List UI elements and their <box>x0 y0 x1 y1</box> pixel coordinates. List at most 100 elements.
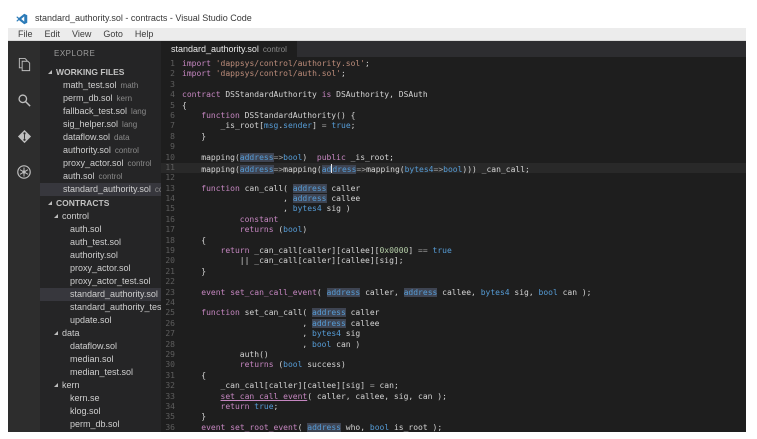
code-line-19[interactable]: 19 return _can_call[caller][callee][0x00… <box>161 246 746 256</box>
line-content: function DSStandardAuthority() { <box>201 110 356 120</box>
code-line-17[interactable]: 17 returns (bool) <box>161 225 746 235</box>
code-line-36[interactable]: 36 event set_root_event( address who, bo… <box>161 422 746 432</box>
tab-file-name: standard_authority.sol <box>171 44 259 54</box>
code-line-4[interactable]: 4 contract DSStandardAuthority is DSAutho… <box>161 90 746 100</box>
tab-bar: standard_authority.sol control <box>161 41 746 57</box>
code-line-33[interactable]: 33 set_can_call_event( caller, callee, s… <box>161 392 746 402</box>
code-line-27[interactable]: 27 , bytes4 sig <box>161 329 746 339</box>
tree-file-median_test.sol[interactable]: median_test.sol <box>40 366 161 379</box>
code-line-26[interactable]: 26 , address callee <box>161 318 746 329</box>
folder-control[interactable]: control <box>40 210 161 223</box>
tree-file-auth_test.sol[interactable]: auth_test.sol <box>40 236 161 249</box>
working-files-header[interactable]: WORKING FILES <box>40 65 161 79</box>
working-file-sig_helper.sol[interactable]: sig_helper.sol lang <box>40 118 161 131</box>
code-line-8[interactable]: 8 } <box>161 132 746 142</box>
workbench: EXPLORE WORKING FILES math_test.sol math p… <box>8 41 746 432</box>
tree-file-median.sol[interactable]: median.sol <box>40 353 161 366</box>
code-line-15[interactable]: 15 , bytes4 sig ) <box>161 204 746 214</box>
tree-file-auth.sol[interactable]: auth.sol <box>40 223 161 236</box>
debug-icon[interactable] <box>8 154 40 190</box>
code-line-32[interactable]: 32 _can_call[caller][callee][sig] = can; <box>161 381 746 391</box>
menu-item-file[interactable]: File <box>12 29 39 39</box>
code-line-14[interactable]: 14 , address callee <box>161 194 746 204</box>
code-line-1[interactable]: 1 import 'dappsys/control/authority.sol'; <box>161 59 746 69</box>
line-number: 26 <box>165 318 175 328</box>
tab-file-tag: control <box>262 44 287 54</box>
line-content: event set_can_call_event( address caller… <box>201 287 592 297</box>
code-line-21[interactable]: 21 } <box>161 267 746 277</box>
working-file-perm_db.sol[interactable]: perm_db.sol kern <box>40 92 161 105</box>
menu-item-goto[interactable]: Goto <box>97 29 129 39</box>
code-line-7[interactable]: 7 _is_root[msg.sender] = true; <box>161 121 746 131</box>
working-file-authority.sol[interactable]: authority.sol control <box>40 144 161 157</box>
code-line-30[interactable]: 30 returns (bool success) <box>161 360 746 370</box>
folder-data[interactable]: data <box>40 327 161 340</box>
line-number: 27 <box>165 329 175 339</box>
code-line-10[interactable]: 10 mapping(address=>bool) public _is_roo… <box>161 152 746 163</box>
working-file-standard_authority.sol[interactable]: standard_authority.solcontrol <box>40 183 161 196</box>
code-line-12[interactable]: 12 <box>161 173 746 183</box>
code-line-23[interactable]: 23 event set_can_call_event( address cal… <box>161 287 746 298</box>
working-file-math_test.sol[interactable]: math_test.sol math <box>40 79 161 92</box>
tree-file-proxy_actor.sol[interactable]: proxy_actor.sol <box>40 262 161 275</box>
code-line-31[interactable]: 31 { <box>161 371 746 381</box>
menu-item-edit[interactable]: Edit <box>39 29 67 39</box>
code-line-22[interactable]: 22 <box>161 277 746 287</box>
code-line-16[interactable]: 16 constant <box>161 215 746 225</box>
chevron-expanded-icon <box>54 383 58 387</box>
search-icon[interactable] <box>8 82 40 118</box>
code-line-24[interactable]: 24 <box>161 298 746 308</box>
code-line-13[interactable]: 13 function can_call( address caller <box>161 183 746 194</box>
working-file-dataflow.sol[interactable]: dataflow.sol data <box>40 131 161 144</box>
working-file-proxy_actor.sol[interactable]: proxy_actor.sol control <box>40 157 161 170</box>
contracts-label: CONTRACTS <box>56 198 110 208</box>
tree-file-kern.se[interactable]: kern.se <box>40 392 161 405</box>
working-file-auth.sol[interactable]: auth.sol control <box>40 170 161 183</box>
explorer-icon[interactable] <box>8 46 40 82</box>
code-line-18[interactable]: 18 { <box>161 236 746 246</box>
line-content: returns (bool) <box>239 225 308 235</box>
tree-file-standard_authority.sol[interactable]: standard_authority.sol <box>40 288 161 301</box>
line-content: constant <box>239 214 279 224</box>
tree-file-standard_authority_test.sol[interactable]: standard_authority_test.sol <box>40 301 161 314</box>
window-title: standard_authority.sol - contracts - Vis… <box>35 13 252 23</box>
code-line-35[interactable]: 35 } <box>161 412 746 422</box>
code-line-25[interactable]: 25 function set_can_call( address caller <box>161 308 746 318</box>
code-line-6[interactable]: 6 function DSStandardAuthority() { <box>161 111 746 121</box>
code-editor[interactable]: 1 import 'dappsys/control/authority.sol';… <box>161 57 746 432</box>
tree-file-perm_db.sol[interactable]: perm_db.sol <box>40 418 161 431</box>
code-line-9[interactable]: 9 <box>161 142 746 152</box>
contracts-header[interactable]: CONTRACTS <box>40 196 161 210</box>
tree-file-klog.sol[interactable]: klog.sol <box>40 405 161 418</box>
line-number: 4 <box>170 90 175 100</box>
line-number: 17 <box>165 225 175 235</box>
code-line-11[interactable]: 11 mapping(address=>mapping(address=>map… <box>161 162 746 174</box>
line-content: set_can_call_event( caller, callee, sig,… <box>220 391 447 401</box>
file-folder-tag: control <box>114 146 139 155</box>
folder-kern[interactable]: kern <box>40 379 161 392</box>
line-number: 35 <box>165 412 175 422</box>
git-icon[interactable] <box>8 118 40 154</box>
code-line-2[interactable]: 2 import 'dappsys/control/auth.sol'; <box>161 69 746 79</box>
code-line-29[interactable]: 29 auth() <box>161 350 746 360</box>
code-line-34[interactable]: 34 return true; <box>161 402 746 412</box>
line-content: } <box>182 266 207 276</box>
code-line-28[interactable]: 28 , bool can ) <box>161 340 746 350</box>
line-number: 25 <box>165 308 175 318</box>
code-line-20[interactable]: 20 || _can_call[caller][callee][sig]; <box>161 256 746 266</box>
line-number: 20 <box>165 256 175 266</box>
chevron-expanded-icon <box>54 331 58 335</box>
line-number: 29 <box>165 349 175 359</box>
code-line-3[interactable]: 3 <box>161 80 746 90</box>
working-file-fallback_test.sol[interactable]: fallback_test.sol lang <box>40 105 161 118</box>
tree-file-authority.sol[interactable]: authority.sol <box>40 249 161 262</box>
menu-item-help[interactable]: Help <box>129 29 160 39</box>
tree-file-dataflow.sol[interactable]: dataflow.sol <box>40 340 161 353</box>
code-line-5[interactable]: 5{ <box>161 101 746 111</box>
tree-file-proxy_actor_test.sol[interactable]: proxy_actor_test.sol <box>40 275 161 288</box>
tree-file-update.sol[interactable]: update.sol <box>40 314 161 327</box>
menu-item-view[interactable]: View <box>66 29 97 39</box>
tab-standard-authority[interactable]: standard_authority.sol control <box>161 41 297 57</box>
line-content: mapping(address=>bool) public _is_root; <box>182 152 394 162</box>
vscode-logo-icon <box>16 12 28 25</box>
